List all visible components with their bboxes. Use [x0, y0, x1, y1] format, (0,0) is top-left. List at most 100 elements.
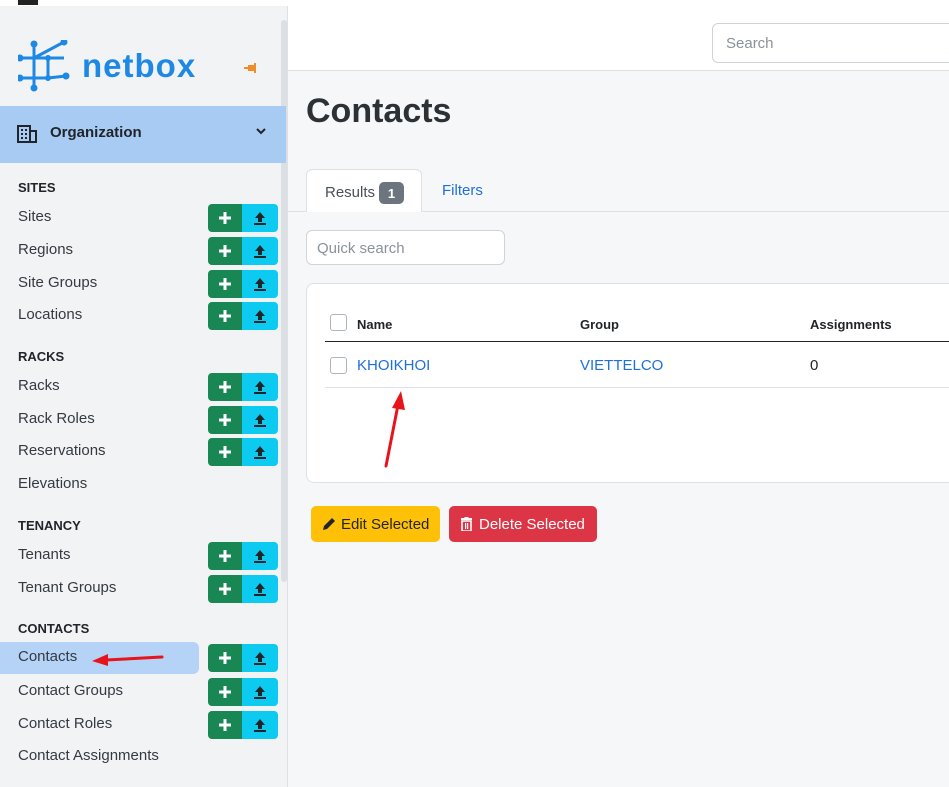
sidebar-item-contacts[interactable]: Contacts — [0, 642, 280, 674]
search-placeholder: Search — [726, 35, 774, 52]
pencil-icon — [323, 518, 335, 530]
row-checkbox[interactable] — [330, 357, 347, 374]
upload-icon — [254, 413, 266, 427]
add-rack-button[interactable] — [208, 373, 242, 401]
select-all-checkbox[interactable] — [330, 314, 347, 331]
add-site-group-button[interactable] — [208, 270, 242, 298]
plus-icon — [219, 245, 231, 257]
upload-icon — [254, 244, 266, 258]
section-title-contacts: CONTACTS — [18, 621, 90, 636]
upload-icon — [254, 380, 266, 394]
import-reservations-button[interactable] — [242, 438, 278, 466]
import-site-groups-button[interactable] — [242, 270, 278, 298]
add-contact-role-button[interactable] — [208, 711, 242, 739]
add-location-button[interactable] — [208, 302, 242, 330]
netbox-logo[interactable]: netbox — [18, 36, 196, 96]
upload-icon — [254, 685, 266, 699]
delete-selected-label: Delete Selected — [479, 516, 585, 533]
netbox-logo-icon — [18, 40, 70, 92]
upload-icon — [254, 582, 266, 596]
edit-selected-label: Edit Selected — [341, 516, 430, 533]
import-racks-button[interactable] — [242, 373, 278, 401]
page-title: Contacts — [306, 92, 452, 130]
sidebar-item-tenants[interactable]: Tenants — [0, 540, 280, 572]
sidebar-item-site-groups[interactable]: Site Groups — [0, 268, 280, 300]
sidebar-item-label: Sites — [18, 208, 52, 225]
add-contact-button[interactable] — [208, 644, 242, 672]
tab-results-label: Results — [325, 184, 376, 201]
sidebar-item-label: Rack Roles — [18, 410, 95, 427]
import-contact-groups-button[interactable] — [242, 678, 278, 706]
sidebar-item-elevations[interactable]: Elevations — [0, 469, 280, 501]
section-title-sites: SITES — [18, 180, 56, 195]
add-reservation-button[interactable] — [208, 438, 242, 466]
delete-selected-button[interactable]: Delete Selected — [449, 506, 597, 542]
upload-icon — [254, 309, 266, 323]
upload-icon — [254, 277, 266, 291]
sidebar-item-label: Contacts — [18, 648, 78, 665]
main-content: Search Contacts Results 1 Filters Quick … — [288, 6, 949, 787]
column-header-assignments[interactable]: Assignments — [810, 317, 892, 332]
sidebar-item-label: Tenants — [18, 546, 71, 563]
sidebar-item-label: Locations — [18, 306, 83, 323]
sidebar-item-label: Tenant Groups — [18, 579, 117, 596]
table-row-divider — [325, 387, 949, 388]
sidebar-item-racks[interactable]: Racks — [0, 371, 280, 403]
plus-icon — [219, 550, 231, 562]
contact-group-link[interactable]: VIETTELCO — [580, 357, 663, 374]
pin-sidebar-icon[interactable] — [244, 60, 258, 78]
plus-icon — [219, 583, 231, 595]
tab-filters[interactable]: Filters — [442, 182, 483, 199]
menu-group-organization[interactable]: Organization — [0, 106, 286, 163]
plus-icon — [219, 212, 231, 224]
plus-icon — [219, 686, 231, 698]
sidebar-item-label: Site Groups — [18, 274, 98, 291]
tab-results[interactable]: Results 1 — [306, 169, 422, 212]
search-input[interactable]: Search — [712, 23, 949, 63]
sidebar-item-reservations[interactable]: Reservations — [0, 436, 280, 468]
import-regions-button[interactable] — [242, 237, 278, 265]
add-contact-group-button[interactable] — [208, 678, 242, 706]
upload-icon — [254, 651, 266, 665]
quick-search-input[interactable]: Quick search — [306, 230, 505, 265]
import-tenant-groups-button[interactable] — [242, 575, 278, 603]
plus-icon — [219, 719, 231, 731]
contact-assignments-count: 0 — [810, 357, 819, 374]
upload-icon — [254, 718, 266, 732]
sidebar: netbox Organization SITES Sites Regions … — [0, 6, 288, 787]
building-icon — [17, 125, 37, 143]
section-title-racks: RACKS — [18, 349, 65, 364]
table-header-line — [325, 341, 949, 342]
add-site-button[interactable] — [208, 204, 242, 232]
sidebar-item-rack-roles[interactable]: Rack Roles — [0, 404, 280, 436]
add-region-button[interactable] — [208, 237, 242, 265]
import-contact-roles-button[interactable] — [242, 711, 278, 739]
import-rack-roles-button[interactable] — [242, 406, 278, 434]
column-header-name[interactable]: Name — [357, 317, 392, 332]
sidebar-item-contact-assignments[interactable]: Contact Assignments — [0, 741, 280, 773]
upload-icon — [254, 211, 266, 225]
import-sites-button[interactable] — [242, 204, 278, 232]
sidebar-item-regions[interactable]: Regions — [0, 235, 280, 267]
import-tenants-button[interactable] — [242, 542, 278, 570]
trash-icon — [461, 517, 472, 531]
import-locations-button[interactable] — [242, 302, 278, 330]
sidebar-item-label: Regions — [18, 241, 74, 258]
edit-selected-button[interactable]: Edit Selected — [311, 506, 440, 542]
column-header-group[interactable]: Group — [580, 317, 619, 332]
sidebar-item-locations[interactable]: Locations — [0, 300, 280, 332]
import-contacts-button[interactable] — [242, 644, 278, 672]
sidebar-item-contact-groups[interactable]: Contact Groups — [0, 676, 280, 708]
sidebar-item-sites[interactable]: Sites — [0, 202, 280, 234]
add-tenant-button[interactable] — [208, 542, 242, 570]
sidebar-item-label: Elevations — [18, 475, 88, 492]
sidebar-item-tenant-groups[interactable]: Tenant Groups — [0, 573, 280, 605]
plus-icon — [219, 310, 231, 322]
add-tenant-group-button[interactable] — [208, 575, 242, 603]
contact-name-link[interactable]: KHOIKHOI — [357, 357, 430, 374]
sidebar-item-contact-roles[interactable]: Contact Roles — [0, 709, 280, 741]
sidebar-item-label: Contact Assignments — [18, 747, 159, 764]
add-rack-role-button[interactable] — [208, 406, 242, 434]
sidebar-scrollbar[interactable] — [281, 20, 287, 582]
sidebar-item-label: Racks — [18, 377, 60, 394]
